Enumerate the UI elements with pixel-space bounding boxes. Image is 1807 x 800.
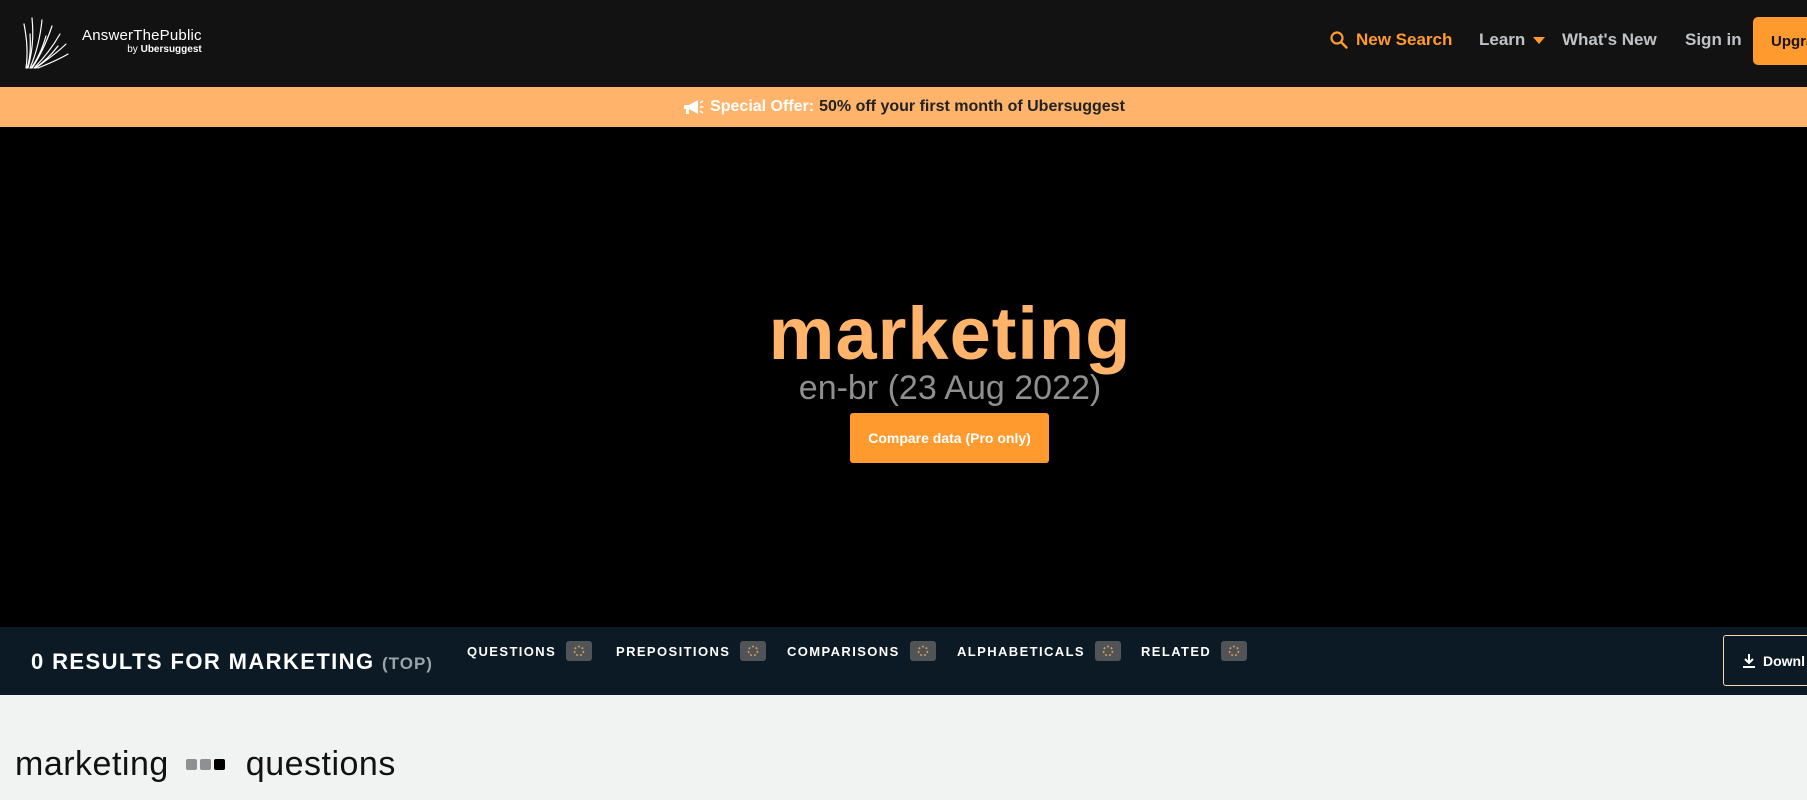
tab-alphabeticals-label: ALPHABETICALS: [957, 643, 1085, 659]
nav-sign-in[interactable]: Sign in: [1685, 0, 1742, 80]
questions-section-heading: marketing questions: [15, 745, 396, 784]
special-offer-banner[interactable]: Special Offer: 50% off your first month …: [0, 87, 1807, 127]
tab-related-label: RELATED: [1141, 643, 1212, 659]
results-mode: (TOP): [381, 654, 433, 673]
logo-byline: by Ubersuggest: [127, 44, 201, 56]
nav-new-search-label: New Search: [1356, 30, 1453, 49]
section-type: questions: [245, 745, 396, 783]
search-locale-date: en-br (23 Aug 2022): [798, 369, 1102, 407]
tab-related[interactable]: RELATED: [1141, 639, 1248, 663]
hero-section: marketing en-br (23 Aug 2022) Compare da…: [0, 127, 1807, 627]
nav-sign-in-label: Sign in: [1685, 30, 1742, 49]
view-dot-3[interactable]: [213, 759, 225, 770]
tab-questions-label: QUESTIONS: [467, 643, 557, 659]
results-bar: 0 RESULTS FOR MARKETING (TOP) QUESTIONS …: [0, 627, 1807, 695]
download-icon: [1742, 653, 1756, 669]
tab-comparisons[interactable]: COMPARISONS: [787, 639, 936, 663]
tab-alphabeticals[interactable]: ALPHABETICALS: [957, 639, 1121, 663]
upgrade-button[interactable]: Upgra: [1753, 17, 1807, 65]
view-dot-2[interactable]: [199, 759, 211, 770]
tab-comparisons-label: COMPARISONS: [787, 643, 900, 659]
offer-text: 50% off your first month of Ubersuggest: [819, 98, 1125, 115]
results-count-label: 0 RESULTS FOR MARKETING: [31, 649, 375, 674]
top-navigation-bar: AnswerThePublic by Ubersuggest New Searc…: [0, 0, 1807, 87]
download-button[interactable]: Downl: [1723, 635, 1807, 686]
loading-spinner-icon: [1221, 641, 1248, 661]
search-icon: [1330, 31, 1348, 49]
tab-prepositions-label: PREPOSITIONS: [616, 643, 731, 659]
nav-whats-new[interactable]: What's New: [1562, 0, 1657, 80]
logo-brand: Ubersuggest: [140, 44, 202, 55]
compare-data-button[interactable]: Compare data (Pro only): [850, 413, 1049, 463]
loading-spinner-icon: [566, 641, 593, 661]
nav-learn-dropdown[interactable]: Learn: [1479, 0, 1546, 80]
loading-spinner-icon: [740, 641, 767, 661]
tab-questions[interactable]: QUESTIONS: [467, 639, 593, 663]
loading-spinner-icon: [1094, 641, 1121, 661]
chevron-down-icon: [1533, 36, 1546, 44]
offer-label: Special Offer:: [710, 98, 815, 115]
logo-by: by: [127, 44, 138, 55]
logo-wordmark: AnswerThePublic: [82, 27, 202, 44]
view-dot-1[interactable]: [185, 759, 197, 770]
search-keyword-title: marketing: [768, 292, 1132, 375]
section-keyword: marketing: [15, 745, 169, 783]
megaphone-icon: [682, 98, 704, 116]
answerthepublic-logo[interactable]: AnswerThePublic by Ubersuggest: [22, 14, 202, 70]
results-count-title: 0 RESULTS FOR MARKETING (TOP): [31, 649, 433, 675]
loading-spinner-icon: [909, 641, 936, 661]
download-label: Downl: [1763, 652, 1805, 669]
nav-whats-new-label: What's New: [1562, 30, 1657, 49]
tab-prepositions[interactable]: PREPOSITIONS: [616, 639, 767, 663]
nav-new-search[interactable]: New Search: [1330, 0, 1452, 80]
view-toggle-dots-icon[interactable]: [185, 759, 228, 770]
nav-learn-label: Learn: [1479, 30, 1526, 49]
logo-sunburst-icon: [23, 17, 69, 69]
